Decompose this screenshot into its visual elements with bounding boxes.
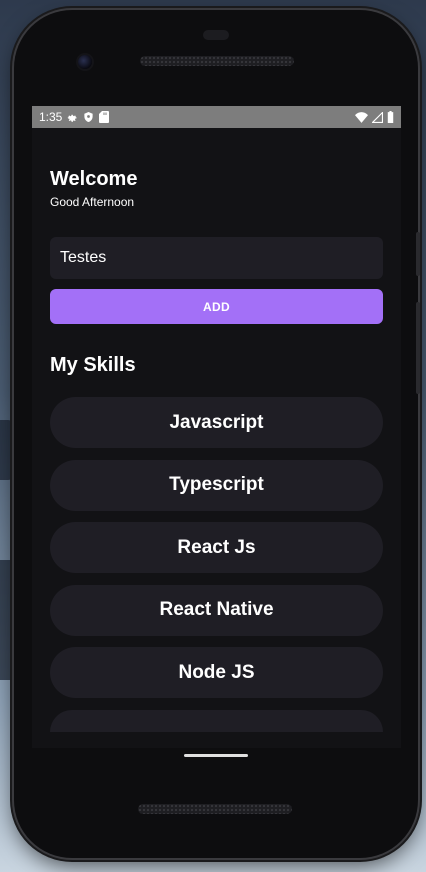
bottom-speaker	[138, 804, 292, 814]
add-button[interactable]: ADD	[50, 289, 383, 324]
skill-item-partial[interactable]	[50, 709, 383, 732]
wifi-icon	[355, 111, 368, 123]
sd-card-icon	[99, 111, 110, 123]
skill-item[interactable]: Javascript	[50, 397, 383, 448]
background-shape	[0, 560, 12, 680]
power-button	[416, 232, 420, 276]
top-speaker	[140, 56, 294, 66]
status-bar: 1:35	[32, 106, 401, 128]
skills-section-title: My Skills	[50, 354, 136, 376]
shield-icon	[83, 111, 94, 123]
earpiece	[203, 30, 229, 40]
page-title: Welcome	[50, 168, 138, 190]
skill-item[interactable]: React Js	[50, 522, 383, 573]
gear-icon	[67, 112, 78, 123]
cell-signal-icon	[372, 111, 383, 123]
battery-icon	[387, 111, 394, 123]
volume-button	[416, 302, 420, 394]
skills-list: Javascript Typescript React Js React Nat…	[50, 397, 383, 743]
greeting-text: Good Afternoon	[50, 195, 135, 209]
status-right	[355, 111, 394, 123]
skill-input[interactable]	[50, 237, 383, 279]
front-camera-icon	[78, 55, 92, 69]
home-indicator[interactable]	[184, 754, 248, 757]
skill-item[interactable]: Typescript	[50, 459, 383, 511]
skill-item[interactable]: React Native	[50, 584, 383, 636]
skill-item[interactable]: Node JS	[50, 647, 383, 698]
status-time: 1:35	[39, 110, 63, 124]
background-shape	[0, 420, 14, 480]
status-left: 1:35	[39, 110, 110, 124]
app-screen: 1:35 Welcome Good Afternoon Testes ADD M…	[32, 106, 401, 748]
